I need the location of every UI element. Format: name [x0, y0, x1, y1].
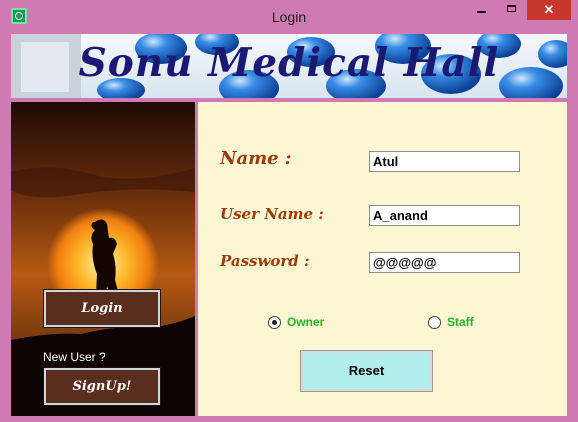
password-label: Password :: [220, 252, 310, 270]
name-field[interactable]: Atul: [369, 151, 520, 172]
reset-button[interactable]: Reset: [300, 350, 433, 392]
password-field[interactable]: @@@@@: [369, 252, 520, 273]
signup-button[interactable]: SignUp!: [43, 367, 161, 406]
owner-radio-button[interactable]: [268, 316, 281, 329]
maximize-icon[interactable]: [498, 0, 526, 20]
minimize-icon[interactable]: [468, 0, 496, 20]
login-button[interactable]: Login: [43, 289, 161, 328]
staff-radio-button[interactable]: [428, 316, 441, 329]
header-banner: Sonu Medical Hall: [11, 34, 567, 98]
username-label: User Name :: [220, 205, 324, 223]
name-label: Name :: [220, 148, 292, 169]
title-bar[interactable]: Login ✕: [0, 0, 578, 34]
owner-radio-label: Owner: [287, 315, 325, 329]
login-window: Login ✕ Sonu Medical Hall Login New User…: [0, 0, 578, 422]
login-form: Name : Atul User Name : A_anand Password…: [198, 102, 567, 416]
username-field[interactable]: A_anand: [369, 205, 520, 226]
new-user-label: New User ?: [43, 350, 106, 364]
close-icon[interactable]: ✕: [527, 0, 571, 20]
sunset-side-panel: Login New User ? SignUp!: [11, 102, 195, 416]
staff-radio-label: Staff: [447, 315, 474, 329]
banner-title: Sonu Medical Hall: [78, 40, 500, 86]
